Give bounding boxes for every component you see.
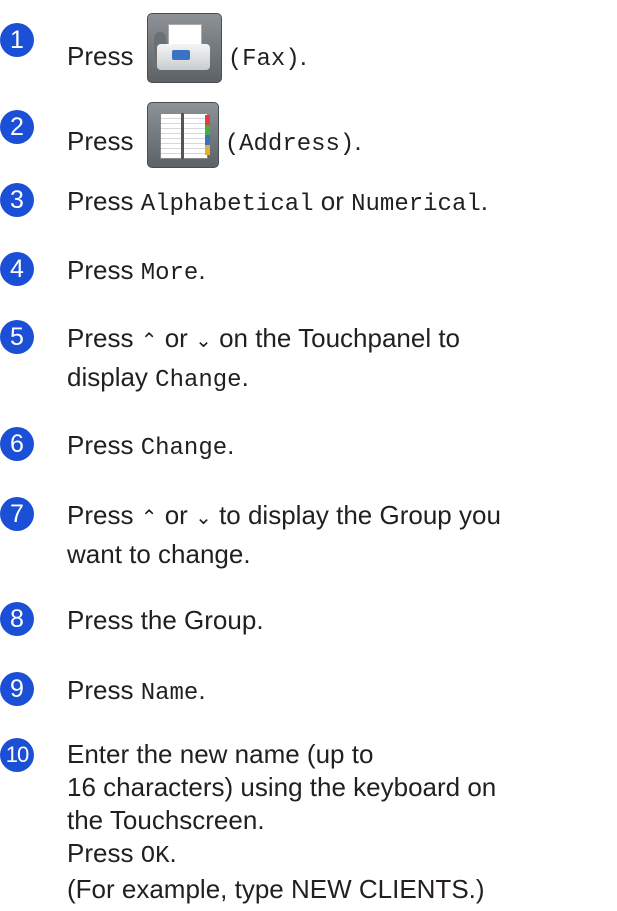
alphabetical-code: Alphabetical xyxy=(140,191,314,218)
ok-code: OK xyxy=(140,843,170,870)
step-number: 10 xyxy=(0,738,34,772)
fax-icon xyxy=(146,13,222,83)
chevron-down-icon: ⌄ xyxy=(195,330,212,352)
more-code: More xyxy=(140,260,199,287)
change-code: Change xyxy=(155,367,242,394)
chevron-up-icon: ⌃ xyxy=(140,330,158,352)
step-number: 8 xyxy=(0,602,34,636)
step-text: Press xyxy=(67,125,134,156)
chevron-up-icon: ⌃ xyxy=(140,507,158,529)
step-number: 2 xyxy=(0,110,34,144)
name-code: Name xyxy=(140,680,199,707)
address-book-icon xyxy=(146,102,219,168)
change-code: Change xyxy=(140,435,228,462)
step-number: 4 xyxy=(0,252,34,286)
step-number: 3 xyxy=(0,183,34,217)
step-text: Press xyxy=(67,40,134,71)
step-number: 1 xyxy=(0,23,34,57)
address-code: (Address) xyxy=(224,130,355,158)
step-number: 6 xyxy=(0,427,34,461)
chevron-down-icon: ⌄ xyxy=(195,507,212,529)
step-number: 9 xyxy=(0,672,34,706)
numerical-code: Numerical xyxy=(351,191,481,218)
step-number: 7 xyxy=(0,497,34,531)
step-number: 5 xyxy=(0,320,34,354)
fax-code: (Fax) xyxy=(227,45,300,73)
step-text: Press the Group. xyxy=(67,605,264,635)
